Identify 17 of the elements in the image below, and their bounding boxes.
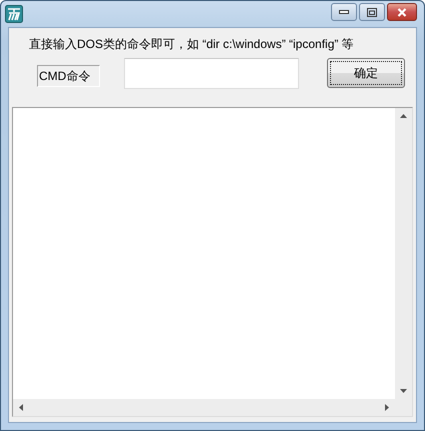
horizontal-scrollbar[interactable] [13,399,395,416]
close-button[interactable] [387,3,417,21]
scroll-down-icon[interactable] [400,389,407,393]
command-label: CMD命令 [37,65,100,87]
minimize-button[interactable] [331,3,357,21]
vertical-scrollbar[interactable] [395,108,412,399]
scroll-right-icon[interactable] [385,404,389,411]
close-icon [397,8,407,16]
app-icon [5,5,23,23]
minimize-icon [339,10,349,14]
maximize-button[interactable] [359,3,385,21]
instruction-text: 直接输入DOS类的命令即可，如 “dir c:\windows” “ipconfig” 等 [28,36,355,53]
scroll-up-icon[interactable] [400,114,407,118]
maximize-icon [367,8,377,16]
command-input[interactable] [124,58,299,89]
scroll-left-icon[interactable] [19,404,23,411]
confirm-button[interactable]: 确定 [327,58,405,88]
